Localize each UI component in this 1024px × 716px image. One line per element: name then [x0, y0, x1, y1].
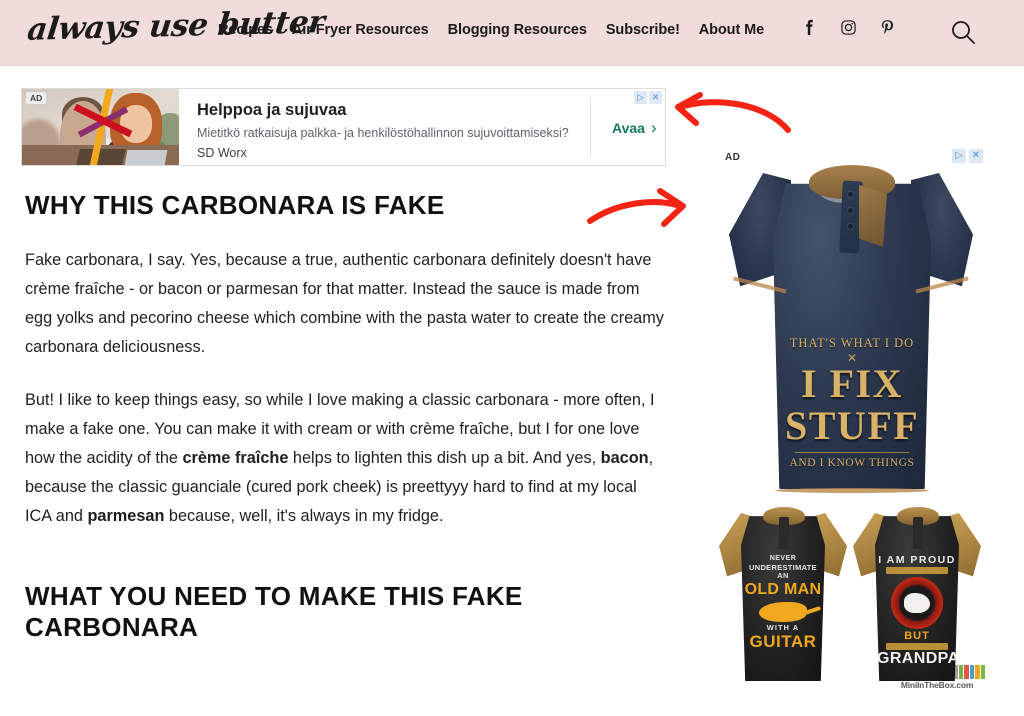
- pinterest-icon[interactable]: [878, 18, 896, 36]
- ad-thumbnail-image: AD: [22, 89, 179, 165]
- article-paragraph-1: Fake carbonara, I say. Yes, because a tr…: [25, 250, 664, 356]
- nav-item-about-me[interactable]: About Me: [699, 22, 764, 38]
- ad-description: Mietitkö ratkaisuja palkka- ja henkilöst…: [197, 126, 569, 141]
- thumb2-text-line-3: GRANDPA: [877, 649, 960, 667]
- article-heading-2: What You Need To Make This Fake Carbonar…: [25, 580, 523, 643]
- paragraph-2-bold-parmesan: parmesan: [87, 506, 165, 525]
- facebook-icon[interactable]: [800, 18, 818, 36]
- shirt-text-line-1: THAT'S WHAT I DO: [789, 336, 915, 350]
- paragraph-2-bold-creme-fraiche: crème fraîche: [182, 448, 289, 467]
- shirt-divider-rule: [795, 451, 909, 453]
- ad-copy: Helppoa ja sujuvaa Mietitkö ratkaisuja p…: [197, 99, 582, 160]
- main-navigation: Recipes Air Fryer Resources Blogging Res…: [218, 22, 764, 38]
- ad-cta-button[interactable]: Avaa ›: [612, 119, 657, 136]
- thumb2-text-line-1: I AM PROUD: [878, 554, 956, 566]
- nav-item-recipes[interactable]: Recipes: [218, 22, 273, 38]
- thumb1-text-line-1: NEVER: [769, 555, 797, 562]
- sidebar-ad[interactable]: AD ▷ ✕ THAT'S WHAT I DO ✕ I FIX STUFF AN…: [715, 145, 987, 690]
- paragraph-2-text-4: because, well, it's always in my fridge.: [164, 506, 444, 525]
- top-banner-ad[interactable]: AD Helppoa ja sujuvaa Mietitkö ratkaisuj…: [21, 88, 666, 166]
- banner-ribbon-icon: [886, 566, 948, 574]
- paragraph-2-bold-bacon: bacon: [600, 448, 649, 467]
- thumb1-text-line-3: OLD MAN: [744, 581, 822, 598]
- adchoices-icon[interactable]: ▷: [634, 91, 647, 104]
- banner-ribbon-icon-2: [886, 642, 948, 650]
- paragraph-2-text-2: helps to lighten this dish up a bit. And…: [288, 448, 601, 467]
- chevron-right-icon: ›: [650, 118, 657, 137]
- guitar-icon: [759, 602, 807, 622]
- instagram-icon[interactable]: [839, 18, 857, 36]
- ad-badge: AD: [26, 92, 47, 104]
- ad-divider: [590, 97, 591, 157]
- shirt-text-line-4: AND I KNOW THINGS: [789, 456, 915, 469]
- thumb2-text-line-2: BUT: [904, 629, 930, 642]
- fist-emblem-icon: [891, 576, 943, 629]
- ad-cta-label: Avaa: [612, 119, 645, 136]
- shirt-text-line-3: STUFF: [785, 402, 920, 448]
- sidebar-ad-thumb-product-2[interactable]: I AM PROUD BUT GRANDPA: [853, 503, 981, 685]
- article-paragraph-2: But! I like to keep things easy, so whil…: [25, 386, 665, 531]
- nav-item-air-fryer-resources[interactable]: Air Fryer Resources: [292, 22, 429, 38]
- search-icon[interactable]: [949, 18, 977, 46]
- thumb-shirt-1-graphic-text: NEVER UNDERESTIMATE AN OLD MAN WITH A GU…: [743, 555, 823, 650]
- social-links: [800, 18, 896, 36]
- thumb-shirt-2-graphic-text: I AM PROUD BUT GRANDPA: [877, 554, 960, 667]
- close-ad-icon[interactable]: ✕: [649, 91, 662, 104]
- sidebar-ad-main-product-image[interactable]: THAT'S WHAT I DO ✕ I FIX STUFF AND I KNO…: [723, 155, 979, 495]
- nav-item-blogging-resources[interactable]: Blogging Resources: [448, 22, 587, 38]
- article-content: Why This Carbonara Is Fake Fake carbonar…: [25, 190, 665, 644]
- page-root: always use butter Recipes Air Fryer Reso…: [0, 0, 1024, 716]
- thumb1-text-line-5: GUITAR: [749, 631, 817, 651]
- ad-title: Helppoa ja sujuvaa: [197, 101, 347, 119]
- thumb1-text-line-4: WITH A: [766, 623, 800, 632]
- annotation-arrow-left: [666, 90, 796, 147]
- shirt-text-line-2: I FIX: [801, 360, 903, 406]
- adchoices-controls: ▷ ✕: [634, 91, 662, 104]
- ad-brand: SD Worx: [197, 145, 247, 160]
- shirt-graphic-text: THAT'S WHAT I DO ✕ I FIX STUFF AND I KNO…: [785, 337, 919, 469]
- nav-item-subscribe[interactable]: Subscribe!: [606, 22, 680, 38]
- article-heading-1: Why This Carbonara Is Fake: [25, 190, 445, 220]
- thumb1-text-line-2: UNDERESTIMATE AN: [749, 563, 817, 580]
- site-header: always use butter Recipes Air Fryer Reso…: [0, 0, 1024, 66]
- sidebar-ad-thumb-product-1[interactable]: NEVER UNDERESTIMATE AN OLD MAN WITH A GU…: [719, 503, 847, 685]
